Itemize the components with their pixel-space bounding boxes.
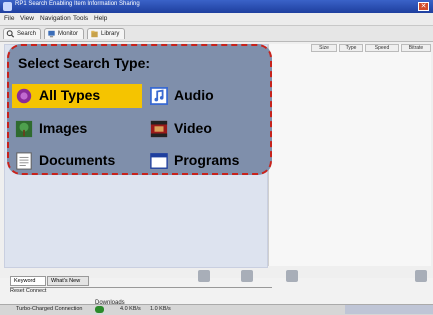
programs-icon [150, 153, 168, 169]
window-title: RP1 Search Enabling Item Information Sha… [15, 1, 140, 7]
download-speed: 4.0 KB/s [120, 306, 141, 312]
option-programs-label: Programs [174, 152, 240, 168]
tab-keyword[interactable]: Keyword [10, 276, 46, 286]
results-table: Size Type Speed Bitrate [268, 44, 431, 266]
column-type[interactable]: Type [339, 44, 363, 52]
option-audio-label: Audio [174, 87, 214, 103]
close-button[interactable]: ✕ [418, 2, 429, 11]
search-type-popup: Select Search Type: All Types Audio Imag… [7, 44, 272, 175]
menu-navigation[interactable]: Navigation [40, 15, 71, 22]
delete-tool-icon[interactable] [415, 270, 427, 282]
media-player-controls[interactable] [345, 305, 433, 314]
option-video-label: Video [174, 120, 212, 136]
option-programs[interactable]: Programs [147, 149, 267, 173]
audio-icon [150, 87, 168, 105]
popup-heading: Select Search Type: [18, 55, 151, 71]
library-icon [91, 30, 98, 38]
option-video[interactable]: Video [147, 117, 267, 141]
app-icon [3, 2, 12, 11]
menu-help[interactable]: Help [94, 15, 107, 22]
menu-bar: File View Navigation Tools Help [0, 13, 433, 26]
video-icon [150, 120, 168, 138]
all-types-icon [16, 88, 32, 104]
tab-search[interactable]: Search [3, 28, 41, 39]
browse-host-tool-icon[interactable] [241, 270, 253, 282]
reset-connect-link[interactable]: Reset Connect [10, 288, 46, 294]
title-bar: RP1 Search Enabling Item Information Sha… [0, 0, 433, 13]
column-size[interactable]: Size [311, 44, 337, 52]
connection-indicator-icon [95, 306, 104, 313]
option-documents[interactable]: Documents [12, 149, 142, 173]
option-audio[interactable]: Audio [147, 84, 267, 108]
option-images[interactable]: Images [12, 117, 142, 141]
monitor-icon [48, 30, 55, 38]
tab-library[interactable]: Library [87, 28, 125, 39]
images-icon [15, 120, 33, 138]
search-icon [6, 30, 15, 38]
documents-icon [16, 152, 32, 170]
option-all-types[interactable]: All Types [12, 84, 142, 108]
option-all-types-label: All Types [39, 87, 101, 103]
status-bar: Turbo-Charged Connection 4.0 KB/s 1.0 KB… [0, 304, 433, 315]
column-speed[interactable]: Speed [365, 44, 399, 52]
tab-library-label: Library [101, 31, 120, 37]
menu-file[interactable]: File [4, 15, 14, 22]
main-tabs: Search Monitor Library [0, 26, 433, 42]
download-tool-icon[interactable] [198, 270, 210, 282]
tab-whats-new[interactable]: What's New [47, 276, 89, 286]
menu-tools[interactable]: Tools [73, 15, 88, 22]
stop-search-tool-icon[interactable] [286, 270, 298, 282]
option-images-label: Images [39, 120, 88, 136]
option-documents-label: Documents [39, 152, 116, 168]
upload-speed: 1.0 KB/s [150, 306, 171, 312]
menu-view[interactable]: View [20, 15, 34, 22]
connection-status: Turbo-Charged Connection [16, 306, 83, 312]
reset-row: Reset Connect [10, 287, 272, 295]
tab-search-label: Search [17, 31, 37, 37]
column-bitrate[interactable]: Bitrate [401, 44, 431, 52]
tab-monitor[interactable]: Monitor [44, 28, 84, 39]
tab-monitor-label: Monitor [58, 31, 79, 37]
